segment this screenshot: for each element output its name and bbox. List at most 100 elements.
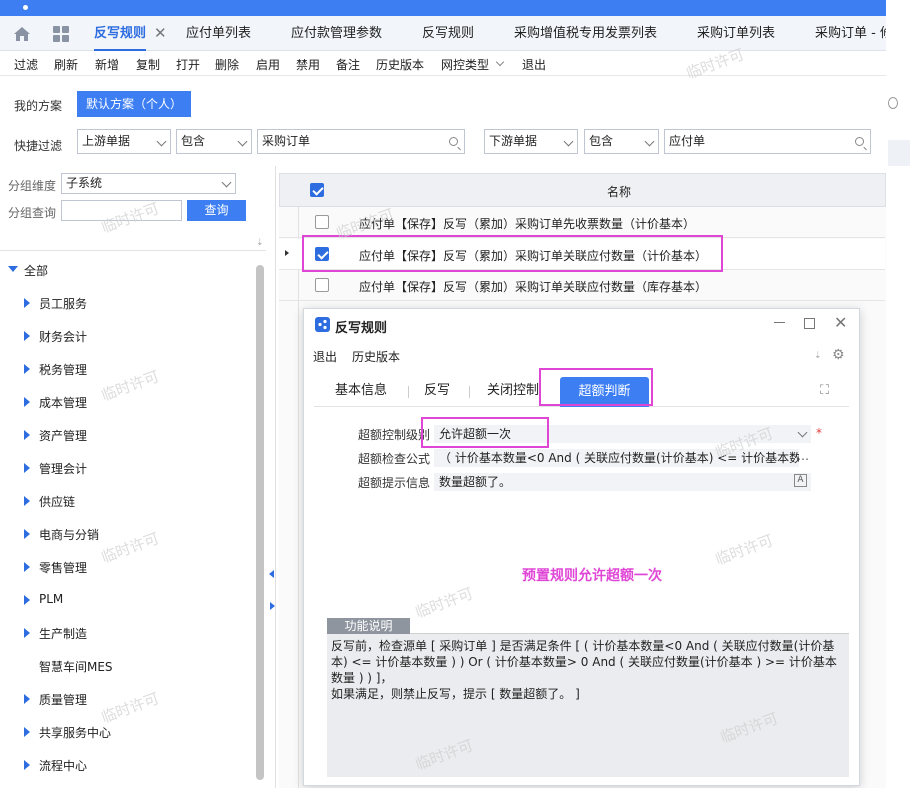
close-tab-icon[interactable]: ✕	[154, 24, 167, 42]
row-checkbox[interactable]	[315, 215, 329, 229]
tree-item-mes[interactable]: 智慧车间MES	[24, 658, 113, 675]
filter-button[interactable]: 过滤	[14, 56, 38, 73]
network-control-type-button[interactable]: 网控类型	[441, 56, 489, 73]
chevron-down-icon[interactable]	[495, 57, 505, 67]
copy-button[interactable]: 复制	[136, 56, 160, 73]
close-icon[interactable]: ✕	[834, 313, 847, 332]
upstream-value-text: 采购订单	[262, 134, 311, 148]
tree-item-asset-management[interactable]: 资产管理	[24, 427, 87, 444]
tab-close-control[interactable]: 关闭控制	[487, 375, 539, 407]
tree-item-supply-chain[interactable]: 供应链	[24, 493, 75, 510]
excess-message-field[interactable]: 数量超额了。	[434, 473, 811, 491]
description-header: 功能说明	[327, 618, 849, 634]
caret-right-icon	[24, 496, 30, 506]
tab-vat-invoice-list[interactable]: 采购增值税专用发票列表	[514, 16, 657, 51]
tree-item-cost-management[interactable]: 成本管理	[24, 394, 87, 411]
search-icon[interactable]	[449, 137, 458, 146]
annotation-text: 预置规则允许超额一次	[522, 568, 662, 584]
upstream-operator-value: 包含	[181, 134, 206, 148]
maximize-icon[interactable]	[804, 318, 815, 329]
menu-more-icon[interactable]: ⇣	[814, 351, 822, 361]
chevron-down-icon	[156, 136, 167, 147]
row-name: 应付单【保存】反写（累加）采购订单关联应付数量（库存基本）	[359, 280, 708, 294]
tab-writeback-rule[interactable]: 反写规则	[94, 16, 147, 51]
excess-formula-label: 超额检查公式	[358, 452, 431, 466]
tree-item-shared-service[interactable]: 共享服务中心	[24, 724, 111, 741]
delete-button[interactable]: 删除	[215, 56, 239, 73]
tab-po-edit[interactable]: 采购订单 - 修	[815, 16, 886, 51]
writeback-rule-dialog: 反写规则 ✕ 退出 历史版本 ⇣ ⚙ 基本信息 反写 关闭控制 超额判断 ⛶ 超…	[303, 308, 860, 786]
watermark: 临时许可	[412, 584, 476, 622]
downstream-field-select[interactable]: 下游单据	[484, 129, 578, 154]
minimize-icon[interactable]	[774, 322, 785, 324]
upstream-value-input[interactable]: 采购订单	[257, 129, 465, 154]
home-icon[interactable]	[13, 26, 31, 45]
chevron-down-icon	[797, 427, 808, 438]
tab-payable-params[interactable]: 应付款管理参数	[291, 16, 382, 51]
tab-separator	[469, 386, 470, 398]
caret-right-icon	[24, 331, 30, 341]
tree-item-process-center[interactable]: 流程中心	[24, 757, 87, 774]
exit-button[interactable]: 退出	[522, 56, 546, 73]
caret-right-icon	[24, 529, 30, 539]
chevron-down-icon	[644, 136, 655, 147]
search-icon[interactable]	[855, 137, 864, 146]
fullscreen-icon[interactable]: ⛶	[820, 383, 829, 398]
history-version-button[interactable]: 历史版本	[376, 56, 424, 73]
table-row[interactable]: 应付单【保存】反写（累加）采购订单关联应付数量（库存基本）	[279, 270, 885, 301]
toolbar: 过滤 刷新 新增 复制 打开 删除 启用 禁用 备注 历史版本 网控类型 退出	[0, 52, 886, 76]
tree-item-label: 质量管理	[39, 693, 88, 707]
refresh-button[interactable]: 刷新	[54, 56, 78, 73]
downstream-value-input[interactable]: 应付单	[664, 129, 871, 154]
disable-button[interactable]: 禁用	[296, 56, 320, 73]
tree-item-financial-accounting[interactable]: 财务会计	[24, 328, 87, 345]
description-tab[interactable]: 功能说明	[327, 618, 410, 634]
upstream-field-select[interactable]: 上游单据	[77, 129, 171, 154]
settings-gear-icon[interactable]: ⚙	[832, 347, 845, 363]
enable-button[interactable]: 启用	[256, 56, 280, 73]
splitter-handle-icon[interactable]: ⇣	[256, 238, 264, 248]
tree-item-retail[interactable]: 零售管理	[24, 559, 87, 576]
tree-item-employee-service[interactable]: 员工服务	[24, 295, 87, 312]
tree-item-plm[interactable]: PLM	[24, 592, 63, 606]
multilang-icon[interactable]: A	[794, 474, 807, 487]
tree-item-manufacturing[interactable]: 生产制造	[24, 625, 87, 642]
caret-right-icon	[24, 463, 30, 473]
apps-grid-icon[interactable]	[53, 26, 69, 45]
collapse-left-icon[interactable]	[269, 570, 274, 578]
open-button[interactable]: 打开	[176, 56, 200, 73]
downstream-operator-select[interactable]: 包含	[584, 129, 659, 154]
left-scrollbar[interactable]	[256, 265, 264, 780]
expand-right-icon[interactable]	[270, 602, 275, 610]
select-all-checkbox[interactable]	[310, 183, 324, 197]
tree-item-management-accounting[interactable]: 管理会计	[24, 460, 87, 477]
new-button[interactable]: 新增	[95, 56, 119, 73]
upstream-operator-select[interactable]: 包含	[176, 129, 252, 154]
tree-item-ecommerce[interactable]: 电商与分销	[24, 526, 99, 543]
remark-button[interactable]: 备注	[336, 56, 360, 73]
dialog-history-button[interactable]: 历史版本	[352, 348, 400, 365]
tab-writeback[interactable]: 反写	[424, 375, 450, 407]
caret-right-icon	[24, 562, 30, 572]
caret-right-icon	[24, 595, 30, 605]
tree-item-tax-management[interactable]: 税务管理	[24, 361, 87, 378]
tab-writeback-rule-2[interactable]: 反写规则	[422, 16, 474, 51]
tree-item-label: 财务会计	[39, 330, 88, 344]
tree-item-label: 流程中心	[39, 759, 88, 773]
search-icon[interactable]	[888, 97, 898, 109]
tree-root-item[interactable]: 全部	[8, 262, 48, 279]
tab-basic-info[interactable]: 基本信息	[335, 375, 387, 407]
tree-item-quality[interactable]: 质量管理	[24, 691, 87, 708]
caret-right-icon	[24, 364, 30, 374]
app-logo-icon	[315, 317, 330, 332]
tree-item-label: 资产管理	[39, 429, 88, 443]
default-scheme-button[interactable]: 默认方案（个人）	[77, 91, 191, 117]
formula-edit-icon[interactable]: …	[797, 449, 809, 463]
group-query-button[interactable]: 查询	[187, 200, 246, 221]
grid-header-name: 名称	[607, 185, 632, 199]
row-checkbox[interactable]	[315, 278, 329, 292]
dialog-exit-button[interactable]: 退出	[313, 348, 337, 365]
group-dimension-select[interactable]: 子系统	[61, 173, 236, 194]
tab-payable-list[interactable]: 应付单列表	[186, 16, 251, 51]
right-edge	[886, 166, 910, 788]
